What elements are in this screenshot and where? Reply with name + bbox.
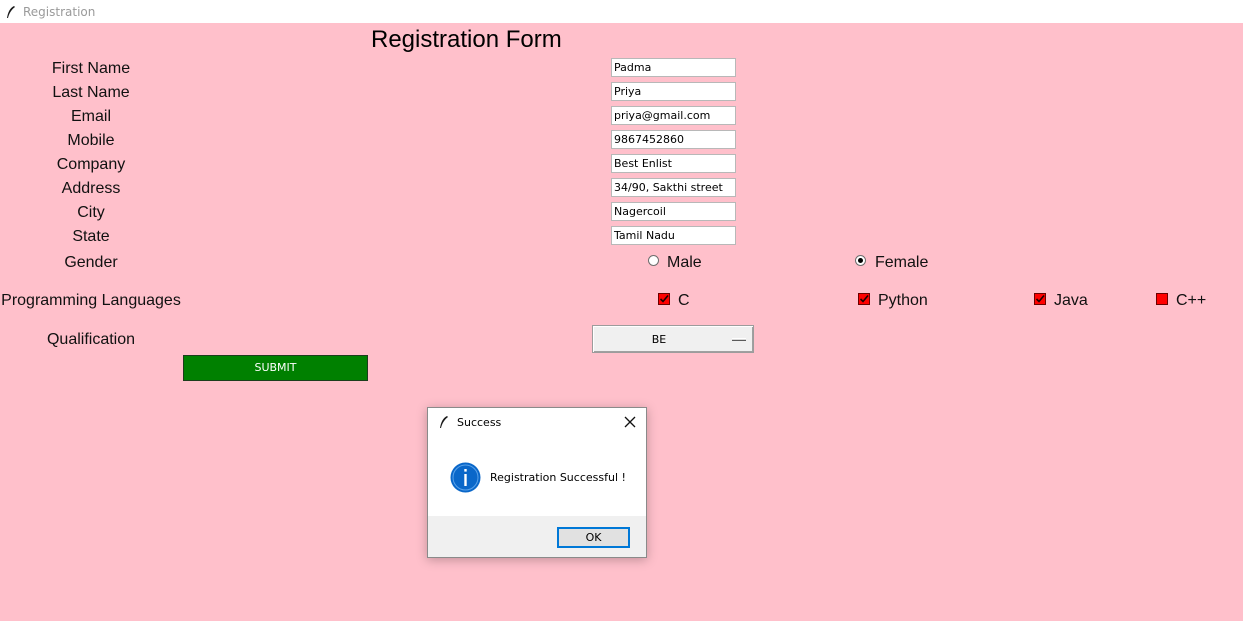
last-name-field[interactable]: Priya	[611, 82, 736, 101]
mobile-label: Mobile	[67, 132, 115, 149]
dialog-title: Success	[457, 416, 502, 429]
qualification-label: Qualification	[46, 331, 136, 348]
c-checkbox[interactable]	[658, 293, 670, 305]
success-dialog: Success Registration Successful ! OK	[427, 407, 647, 558]
window-titlebar: Registration	[0, 0, 1243, 23]
city-field[interactable]: Nagercoil	[611, 202, 736, 221]
form-heading: Registration Form	[371, 26, 562, 53]
dialog-footer: OK	[428, 516, 646, 557]
cpp-checkbox-label[interactable]: C++	[1176, 291, 1206, 311]
python-checkbox[interactable]	[858, 293, 870, 305]
email-label: Email	[70, 108, 111, 125]
java-checkbox[interactable]	[1034, 293, 1046, 305]
ok-button[interactable]: OK	[557, 527, 630, 548]
close-icon[interactable]	[624, 416, 636, 428]
company-field[interactable]: Best Enlist	[611, 154, 736, 173]
window-title: Registration	[23, 4, 96, 19]
feather-icon	[440, 416, 448, 428]
programming-languages-label: Programming Languages	[1, 292, 181, 309]
address-field[interactable]: 34/90, Sakthi street	[611, 178, 736, 197]
dialog-message: Registration Successful !	[490, 471, 626, 484]
male-radio[interactable]	[648, 255, 659, 266]
female-radio-label[interactable]: Female	[875, 253, 928, 273]
java-checkbox-label[interactable]: Java	[1054, 291, 1088, 311]
mobile-field[interactable]: 9867452860	[611, 130, 736, 149]
qualification-dropdown[interactable]: BE	[592, 325, 754, 353]
cpp-checkbox[interactable]	[1156, 293, 1168, 305]
company-label: Company	[56, 156, 126, 173]
city-label: City	[77, 204, 105, 221]
gender-label: Gender	[64, 254, 118, 271]
female-radio[interactable]	[855, 255, 866, 266]
state-field[interactable]: Tamil Nadu	[611, 226, 736, 245]
address-label: Address	[61, 180, 121, 197]
state-label: State	[72, 228, 110, 245]
first-name-label: First Name	[51, 60, 131, 77]
c-checkbox-label[interactable]: C	[678, 291, 690, 311]
male-radio-label[interactable]: Male	[667, 253, 702, 273]
info-icon	[450, 462, 481, 493]
qualification-value: BE	[651, 333, 667, 346]
submit-button[interactable]: SUBMIT	[183, 355, 368, 381]
python-checkbox-label[interactable]: Python	[878, 291, 928, 311]
first-name-field[interactable]: Padma	[611, 58, 736, 77]
feather-icon	[7, 5, 15, 18]
email-field[interactable]: priya@gmail.com	[611, 106, 736, 125]
last-name-label: Last Name	[52, 84, 130, 101]
dropdown-indicator-icon	[732, 338, 746, 341]
